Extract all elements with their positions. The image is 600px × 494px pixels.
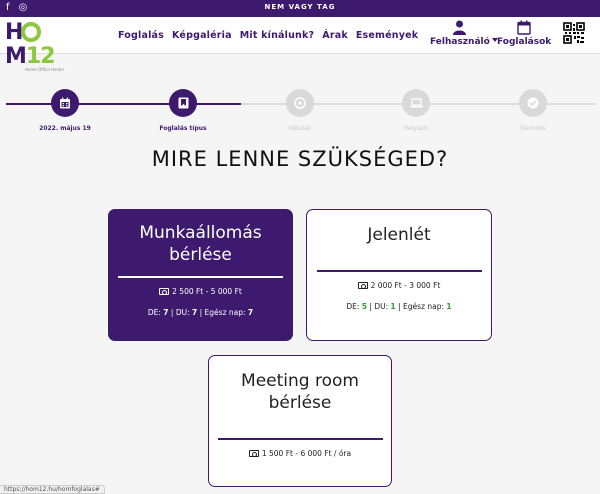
menu-item-mit-kinalunk[interactable]: Mit kínálunk? bbox=[240, 30, 315, 41]
qr-code-icon[interactable] bbox=[563, 22, 585, 44]
step-booking-type-label: Foglalás típus bbox=[159, 125, 207, 132]
clock-icon bbox=[294, 97, 306, 109]
user-icon bbox=[453, 20, 467, 35]
option-card-workstation[interactable]: Munkaállomás bérlése 2 500 Ft - 5 000 Ft … bbox=[108, 209, 293, 341]
user-menu[interactable]: Felhasználó bbox=[430, 20, 490, 47]
bookings-menu-label: Foglalások bbox=[497, 37, 552, 47]
money-icon bbox=[159, 288, 170, 295]
card-divider bbox=[217, 438, 383, 440]
browser-status-url: https://hom12.hu/homfoglalas# bbox=[0, 485, 105, 494]
card-divider bbox=[118, 276, 283, 278]
step-period-label: Időszak bbox=[288, 125, 312, 132]
card-price: 2 500 Ft - 5 000 Ft bbox=[109, 287, 292, 296]
site-logo[interactable]: HM12 Home Office Hoster bbox=[5, 21, 85, 73]
card-divider bbox=[316, 270, 482, 272]
money-icon bbox=[248, 450, 259, 457]
step-location[interactable]: Helyszín bbox=[371, 89, 461, 132]
card-availability: DE: 7 | DU: 7 | Egész nap: 7 bbox=[147, 308, 254, 317]
main-navbar: HM12 Home Office Hoster Foglalás Képgalé… bbox=[0, 17, 600, 73]
main-menu: Foglalás Képgaléria Mit kínálunk? Árak E… bbox=[118, 30, 418, 41]
option-card-meeting-room[interactable]: Meeting room bérlése 1 500 Ft - 6 000 Ft… bbox=[208, 355, 392, 487]
menu-item-esemenyek[interactable]: Események bbox=[356, 30, 418, 41]
menu-item-foglalas[interactable]: Foglalás bbox=[118, 30, 164, 41]
page-title: MIRE LENNE SZÜKSÉGED? bbox=[151, 147, 449, 171]
top-bar: f ◎ NEM VAGY TAG bbox=[0, 0, 600, 17]
money-icon bbox=[357, 282, 368, 289]
bookmark-icon bbox=[178, 97, 188, 109]
calendar-icon bbox=[60, 97, 70, 109]
bookings-menu[interactable]: Foglalások bbox=[497, 20, 551, 47]
step-period[interactable]: Időszak bbox=[255, 89, 345, 132]
card-title: Munkaállomás bérlése bbox=[139, 223, 262, 265]
step-analysis-label: Elemzés bbox=[520, 125, 546, 132]
user-menu-label: Felhasználó bbox=[430, 37, 490, 47]
card-price: 2 000 Ft - 3 000 Ft bbox=[307, 281, 491, 290]
check-icon bbox=[527, 97, 539, 109]
card-availability: DE: 5 | DU: 1 | Egész nap: 1 bbox=[346, 302, 452, 311]
booking-stepper: 2022. május 19 Foglalás típus Időszak He… bbox=[0, 86, 600, 136]
step-date[interactable]: 2022. május 19 bbox=[20, 89, 110, 132]
card-price: 1 500 Ft - 6 000 Ft / óra bbox=[209, 449, 391, 458]
calendar-icon bbox=[517, 20, 531, 35]
card-title: Jelenlét bbox=[367, 225, 431, 245]
step-location-label: Helyszín bbox=[403, 125, 429, 132]
option-card-presence[interactable]: Jelenlét 2 000 Ft - 3 000 Ft DE: 5 | DU:… bbox=[306, 209, 492, 341]
card-title: Meeting room bérlése bbox=[241, 371, 359, 413]
step-date-label: 2022. május 19 bbox=[39, 125, 91, 132]
menu-item-arak[interactable]: Árak bbox=[322, 30, 348, 41]
step-analysis[interactable]: Elemzés bbox=[488, 89, 578, 132]
membership-status: NEM VAGY TAG bbox=[264, 3, 336, 11]
laptop-icon bbox=[409, 98, 423, 108]
step-booking-type[interactable]: Foglalás típus bbox=[138, 89, 228, 132]
menu-item-kepgaleria[interactable]: Képgaléria bbox=[172, 30, 232, 41]
